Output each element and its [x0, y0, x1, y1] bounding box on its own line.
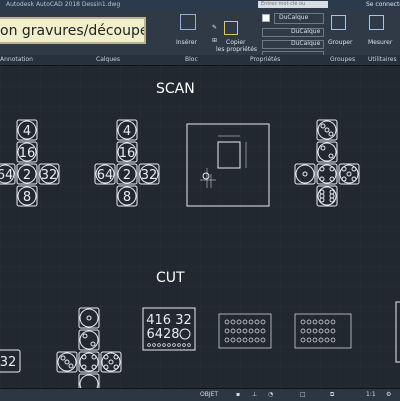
grid: [0, 66, 400, 388]
group-icon[interactable]: [331, 15, 346, 30]
window-title: Autodesk AutoCAD 2018 Dessin1.dwg: [6, 1, 121, 8]
die-face-label: 8: [23, 190, 31, 205]
die-face-label: 16: [119, 146, 136, 161]
cut-text-row1: 416 32: [146, 313, 192, 328]
linetype-value: DuCalque: [291, 28, 321, 35]
title-bar: Autodesk AutoCAD 2018 Dessin1.dwg Entrez…: [0, 0, 400, 14]
layer-value: DuCalque: [279, 14, 309, 21]
die-face-label: 4: [123, 124, 131, 139]
panel-annotation[interactable]: Annotation: [0, 56, 33, 63]
drawing-svg: 4 16 64 2 32 8 4 16 64 2 32 8 32 416 32 …: [0, 66, 400, 388]
osnap-icon[interactable]: □: [300, 391, 306, 398]
cut-text-row2: 6428: [146, 327, 179, 342]
linetype-dropdown[interactable]: DuCalque: [262, 28, 324, 37]
status-bar: OBJET ▪ ⊥ ◔ □ ⧉ 1:1 ⚙: [0, 388, 400, 401]
measure-icon[interactable]: [369, 15, 384, 30]
group-label: Grouper: [328, 39, 353, 46]
block-edit-icon[interactable]: ⊞: [212, 37, 217, 44]
die-face-label: 64: [0, 168, 13, 183]
panel-properties[interactable]: Propriétés: [250, 56, 280, 63]
block-tools-icon[interactable]: ✎: [212, 24, 217, 31]
die-face-label: 32: [41, 168, 58, 183]
insert-label: Insérer: [176, 39, 197, 46]
panel-utilities[interactable]: Utilitaires: [368, 56, 397, 63]
cut-heading: CUT: [156, 270, 185, 286]
settings-icon[interactable]: ⚙: [386, 391, 391, 398]
ortho-icon[interactable]: ⊥: [252, 391, 257, 398]
color-swatch-icon[interactable]: [262, 14, 270, 22]
copy-props-label-2: les propriétés: [216, 46, 258, 53]
search-input[interactable]: Entrez mot-clé ou expression: [258, 1, 328, 14]
die-face-label: 4: [23, 124, 31, 139]
lineweight-value: DuCalque: [291, 40, 321, 47]
die-face-label: 32: [141, 168, 158, 183]
match-properties-icon[interactable]: [224, 21, 238, 35]
panel-layers[interactable]: Calques: [96, 56, 120, 63]
die-face-label: 16: [19, 146, 36, 161]
annotation-scale[interactable]: 1:1: [366, 391, 376, 398]
scan-heading: SCAN: [156, 81, 195, 97]
layer-dropdown[interactable]: DuCalque: [274, 13, 324, 24]
ribbon-panel-labels: Annotation Calques Bloc Propriétés Group…: [0, 55, 400, 65]
lineweight-dropdown[interactable]: DuCalque: [262, 40, 324, 49]
snap-icon[interactable]: ▪: [236, 391, 240, 398]
drawing-canvas[interactable]: 4 16 64 2 32 8 4 16 64 2 32 8 32 416 32 …: [0, 66, 400, 388]
copy-props-label-1: Copier: [226, 39, 246, 46]
insert-icon[interactable]: [180, 14, 196, 30]
object-snap-mode[interactable]: OBJET: [200, 391, 218, 398]
die-face-label: 8: [123, 190, 131, 205]
panel-block[interactable]: Bloc: [185, 56, 198, 63]
die-face-label: 32: [0, 355, 16, 370]
die-face-label: 2: [23, 168, 31, 183]
measure-label: Mesurer: [368, 39, 393, 46]
die-face-label: 64: [97, 168, 114, 183]
tooltip: on gravures/découpes: [0, 17, 146, 44]
die-face-label: 2: [123, 168, 131, 183]
sign-in-link[interactable]: Se connecter: [366, 0, 400, 9]
annotation-icon[interactable]: ⧉: [330, 391, 334, 399]
panel-groups[interactable]: Groupes: [330, 56, 355, 63]
polar-icon[interactable]: ◔: [268, 391, 273, 398]
